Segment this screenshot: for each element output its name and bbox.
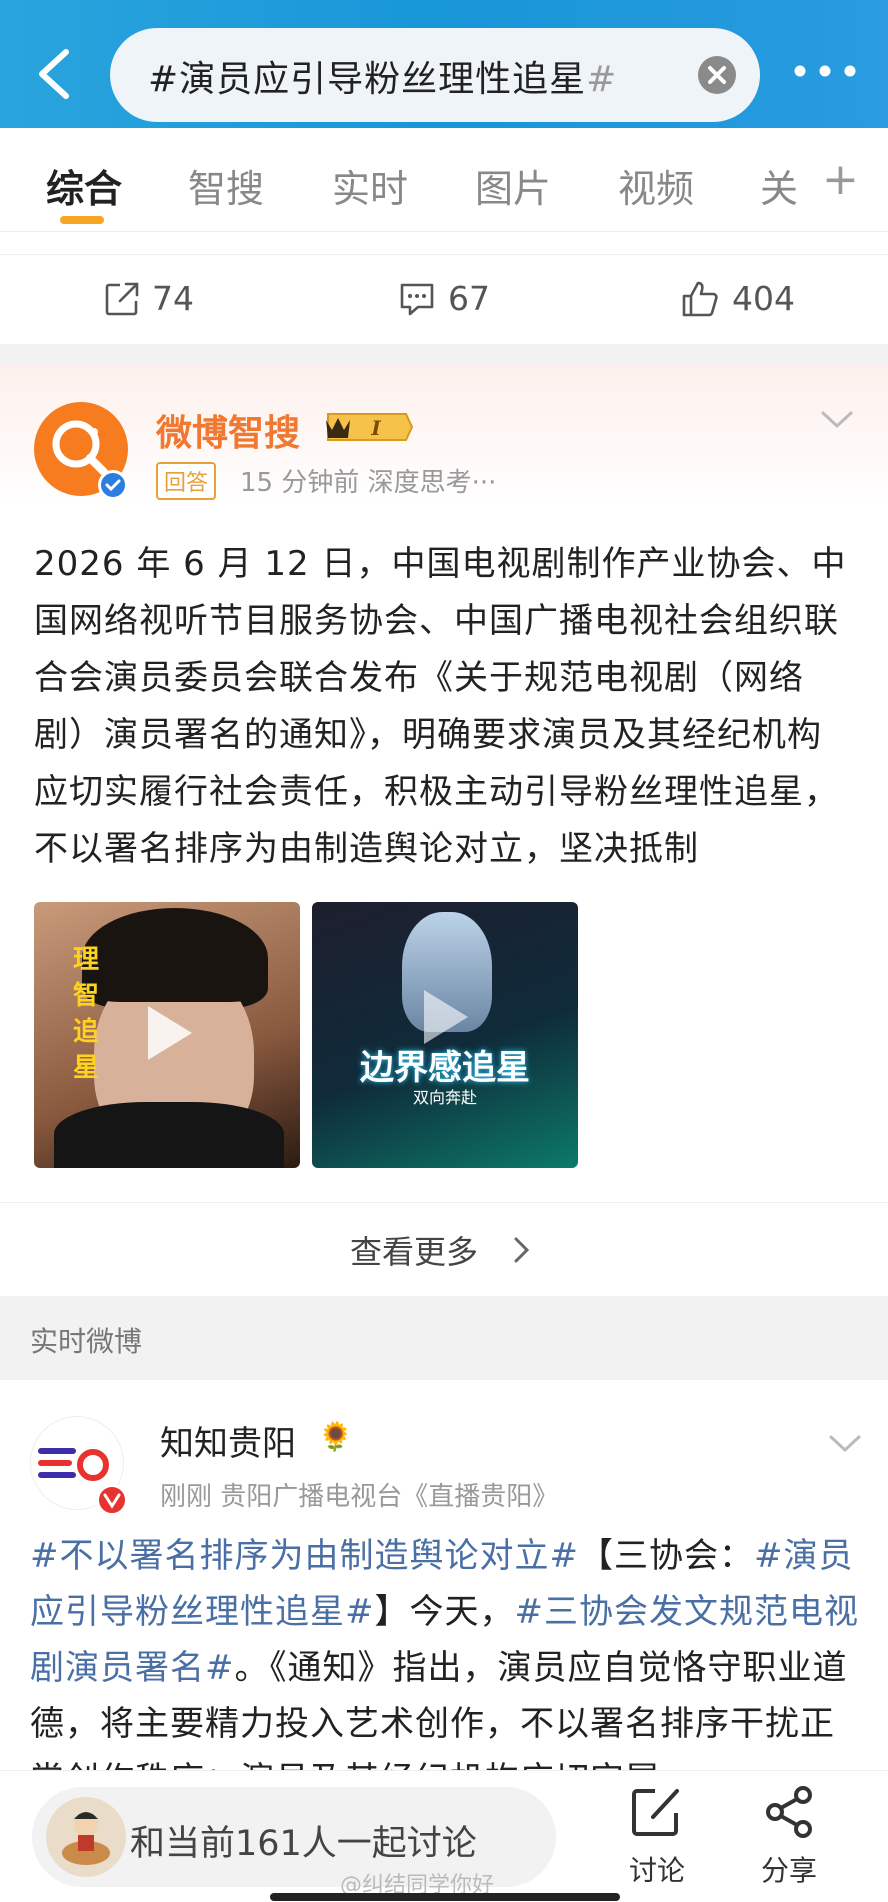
thumbnail-hair: [82, 932, 268, 1002]
share-icon: [766, 1786, 812, 1838]
more-icon[interactable]: [790, 56, 860, 86]
repost-button[interactable]: 74: [104, 279, 194, 318]
chevron-right-icon: [514, 1237, 530, 1263]
play-icon: [148, 1006, 192, 1060]
cartoon-rider-icon: [62, 1812, 110, 1865]
video-thumbnail[interactable]: 边界感追星 双向奔赴: [312, 902, 578, 1168]
author-name[interactable]: 知知贵阳: [160, 1416, 296, 1465]
chevron-down-icon[interactable]: [820, 410, 854, 430]
comment-button[interactable]: 67: [398, 279, 490, 318]
post-text: #不以署名排序为由制造舆论对立#【三协会：#演员应引导粉丝理性追星#】今天，#三…: [30, 1528, 860, 1770]
verified-badge-icon: [96, 1484, 128, 1516]
search-query: #演员应引导粉丝理性追星#: [148, 59, 618, 100]
tab-realtime[interactable]: 实时: [332, 158, 408, 213]
answer-tag: 回答: [156, 462, 217, 500]
repost-count: 74: [152, 279, 194, 318]
share-button[interactable]: 分享: [744, 1785, 834, 1889]
bottom-bar: 和当前161人一起讨论 讨论 分享 @纠结同学你好: [0, 1770, 888, 1902]
post-text-segment: 【三协会：: [578, 1536, 754, 1576]
see-more-label: 查看更多: [350, 1233, 479, 1271]
discuss-label: 讨论: [628, 1854, 685, 1887]
tab-videos[interactable]: 视频: [618, 158, 694, 213]
smart-search-card: 微博智搜 I 回答 15 分钟前 深度思考··· 2026 年 6 月 12 日…: [0, 366, 888, 1202]
post-text-segment: 】今天，: [374, 1592, 515, 1632]
add-tab-icon[interactable]: +: [822, 154, 859, 205]
comment-count: 67: [448, 279, 490, 318]
home-indicator[interactable]: [270, 1893, 620, 1901]
see-more-button[interactable]: 查看更多: [0, 1202, 888, 1296]
repost-icon: [105, 282, 139, 315]
video-thumbnail[interactable]: 理智追星: [34, 902, 300, 1168]
thumbs-up-icon: [682, 281, 718, 316]
top-bar: #演员应引导粉丝理性追星#: [0, 0, 888, 128]
thumbnail-subtitle: 双向奔赴: [412, 1088, 477, 1107]
section-header: 实时微博: [0, 1296, 888, 1380]
discussion-avatar: [46, 1797, 126, 1877]
search-input[interactable]: #演员应引导粉丝理性追星#: [110, 28, 760, 122]
tab-smart-search[interactable]: 智搜: [188, 158, 264, 213]
member-crown-badge-icon: I: [326, 413, 414, 441]
like-button[interactable]: 404: [680, 279, 795, 318]
answer-text: 2026 年 6 月 12 日，中国电视剧制作产业协会、中国网络视听节目服务协会…: [34, 544, 847, 869]
back-arrow-icon[interactable]: [30, 44, 80, 104]
like-count: 404: [732, 279, 795, 318]
post-action-bar: 74 67 404: [0, 254, 888, 344]
tab-related[interactable]: 关: [760, 158, 798, 213]
sunflower-icon: 🌻: [318, 1420, 353, 1453]
tab-pictures[interactable]: 图片: [475, 158, 551, 213]
topic-link[interactable]: #不以署名排序为由制造舆论对立#: [30, 1536, 579, 1576]
play-icon: [424, 990, 468, 1044]
section-title: 实时微博: [30, 1325, 143, 1358]
discussion-prompt: 和当前161人一起讨论: [130, 1824, 477, 1864]
thumbnail-caption: 理智追星: [72, 945, 99, 1083]
search-tabs: 综合 智搜 实时 图片 视频 关 +: [0, 128, 888, 232]
weibo-post-card[interactable]: 知知贵阳 🌻 刚刚 贵阳广播电视台《直播贵阳》 #不以署名排序为由制造舆论对立#…: [0, 1380, 888, 1770]
edit-icon: [632, 1789, 679, 1836]
chevron-down-icon[interactable]: [828, 1434, 862, 1454]
discuss-button[interactable]: 讨论: [612, 1785, 702, 1889]
author-name[interactable]: 微博智搜: [156, 404, 300, 456]
section-divider: [0, 344, 888, 366]
tab-comprehensive[interactable]: 综合: [46, 158, 122, 213]
share-label: 分享: [760, 1854, 817, 1887]
thumbnail-body: [54, 1102, 284, 1168]
active-tab-indicator: [60, 216, 104, 224]
close-icon: [708, 66, 726, 84]
clear-search-button[interactable]: [698, 56, 736, 94]
thumbnail-title: 边界感追星: [360, 1048, 530, 1088]
verified-badge-icon: [98, 470, 128, 500]
comment-icon: [400, 283, 434, 315]
post-meta: 刚刚 贵阳广播电视台《直播贵阳》: [160, 1482, 559, 1512]
post-meta: 15 分钟前 深度思考···: [240, 468, 497, 498]
member-level: I: [370, 416, 381, 440]
